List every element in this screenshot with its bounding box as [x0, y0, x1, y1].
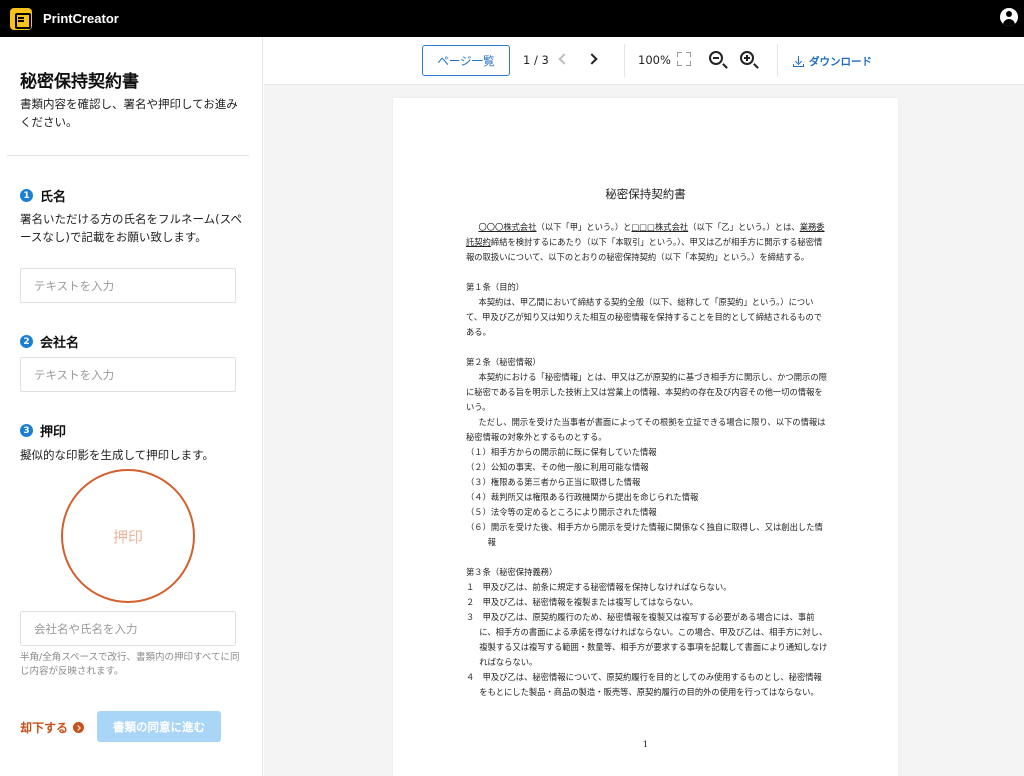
next-page-icon[interactable] — [586, 53, 598, 65]
previous-page-icon[interactable] — [558, 53, 570, 65]
article-2-text-2: ただし、開示を受けた当事者が書面によってその根拠を立証できる場合に限り、以下の情… — [466, 417, 826, 442]
zoom-level: 100% — [638, 53, 671, 67]
zoom-in-icon[interactable] — [740, 51, 754, 65]
article-2-text: 本契約における「秘密情報」とは、甲又は乙が原契約に基づき相手方に開示し、かつ開示… — [466, 372, 827, 412]
page-document-title: 秘密保持契約書 — [605, 187, 686, 201]
download-icon — [793, 56, 804, 67]
step-name-heading: 1 氏名 — [20, 186, 66, 205]
article-1-title: 第１条（目的） — [466, 282, 525, 292]
reject-button[interactable]: 却下する — [20, 719, 85, 736]
step-name-description: 署名いただける方の氏名をフルネーム(スペースなし)で記載をお願い致します。 — [20, 212, 242, 244]
step-label: 会社名 — [40, 336, 80, 351]
toolbar-separator — [777, 44, 778, 77]
step-seal-heading: 3 押印 — [20, 421, 66, 440]
step-number-badge: 2 — [20, 335, 33, 348]
list-item: （１）相手方からの開示前に既に保有していた情報 — [466, 447, 657, 457]
printcreator-logo-icon — [10, 7, 32, 30]
list-item: ４ 甲及び乙は、秘密情報について、原契約履行を目的としてのみ使用するものとし、秘… — [466, 672, 822, 697]
toolbar-separator — [624, 44, 625, 77]
app-title: PrintCreator — [43, 11, 119, 26]
document-viewer: ページ一覧 1 / 3 100% ダウンロード 秘密保持契約書 〇〇〇株式会社（… — [264, 37, 1024, 776]
step-label: 押印 — [40, 425, 67, 440]
list-item: ３ 甲及び乙は、原契約履行のため、秘密情報を複製又は複写する必要がある場合には、… — [466, 612, 828, 667]
seal-preview: 押印 — [61, 469, 195, 603]
app-bar: PrintCreator — [0, 0, 1024, 37]
zoom-out-icon[interactable] — [709, 51, 723, 65]
chevron-right-circle-icon — [73, 722, 85, 733]
step-seal-description: 擬似的な印影を生成して押印します。 — [20, 448, 215, 462]
seal-note: 半角/全角スペースで改行、書類内の押印すべてに同じ内容が反映されます。 — [20, 652, 240, 677]
list-item: （６）開示を受けた後、相手方から開示を受けた情報に関係なく独自に取得し、又は創出… — [466, 522, 823, 547]
list-item: （４）裁判所又は権限ある行政機関から提出を命じられた情報 — [466, 492, 699, 502]
agree-button[interactable]: 書類の同意に進む — [97, 711, 221, 742]
document-page: 秘密保持契約書 〇〇〇株式会社（以下「甲」という。）と□□□株式会社（以下「乙」… — [393, 98, 898, 776]
page-number: 1 — [642, 740, 649, 750]
list-item: （５）法令等の定めるところにより開示された情報 — [466, 507, 657, 517]
article-2-title: 第２条（秘密情報） — [466, 357, 541, 367]
name-input[interactable] — [20, 268, 236, 303]
article-1-text: 本契約は、甲乙間において締結する契約全般（以下、総称して「原契約」という。）につ… — [466, 297, 823, 337]
article-3-title: 第３条（秘密保持義務） — [466, 567, 558, 577]
fit-screen-icon[interactable] — [677, 52, 691, 66]
page-indicator: 1 / 3 — [523, 53, 549, 67]
company-input[interactable] — [20, 357, 236, 392]
document-body: 〇〇〇株式会社（以下「甲」という。）と□□□株式会社（以下「乙」という。）とは、… — [466, 220, 828, 700]
download-button[interactable]: ダウンロード — [793, 54, 872, 69]
list-item: （２）公知の事実、その他一般に利用可能な情報 — [466, 462, 649, 472]
party-a: 〇〇〇株式会社 — [478, 222, 537, 232]
viewer-toolbar: ページ一覧 1 / 3 100% ダウンロード — [264, 37, 1024, 85]
party-b: □□□株式会社 — [631, 222, 689, 232]
document-title: 秘密保持契約書 — [20, 72, 139, 92]
sidebar: 秘密保持契約書 書類内容を確認し、署名や押印してお進みください。 1 氏名 署名… — [0, 37, 263, 776]
list-item: （３）権限ある第三者から正当に取得した情報 — [466, 477, 641, 487]
reject-label: 却下する — [20, 721, 69, 735]
account-icon[interactable] — [1000, 8, 1018, 26]
page-list-button[interactable]: ページ一覧 — [422, 45, 510, 76]
preamble: 〇〇〇株式会社（以下「甲」という。）と□□□株式会社（以下「乙」という。）とは、… — [466, 222, 825, 262]
step-number-badge: 3 — [20, 424, 33, 437]
list-item: １ 甲及び乙は、前条に規定する秘密情報を保持しなければならない。 — [466, 582, 732, 592]
document-description: 書類内容を確認し、署名や押印してお進みください。 — [20, 97, 238, 129]
step-company-heading: 2 会社名 — [20, 332, 79, 351]
seal-text-input[interactable] — [20, 611, 236, 646]
step-label: 氏名 — [40, 190, 67, 205]
download-label: ダウンロード — [809, 56, 872, 68]
divider — [7, 155, 249, 156]
seal-preview-text: 押印 — [112, 527, 143, 546]
list-item: ２ 甲及び乙は、秘密情報を複製または複写してはならない。 — [466, 597, 698, 607]
step-number-badge: 1 — [20, 189, 33, 202]
